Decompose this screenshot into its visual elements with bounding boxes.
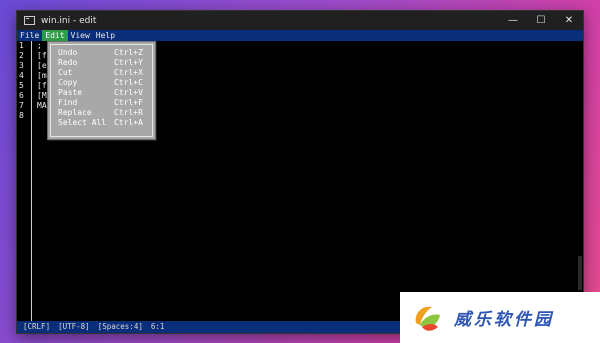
menu-item-find[interactable]: Find Ctrl+F — [58, 98, 149, 108]
terminal-app-icon — [24, 16, 35, 25]
leaf-logo-icon — [415, 306, 440, 331]
menu-item-paste[interactable]: Paste Ctrl+V — [58, 88, 149, 98]
maximize-button[interactable]: ☐ — [527, 11, 555, 30]
menu-item-label: Replace — [58, 108, 92, 117]
line-number: 5 — [19, 81, 24, 90]
menu-item-replace[interactable]: Replace Ctrl+R — [58, 108, 149, 118]
editor-window: win.ini - edit — ☐ ✕ File Edit View Help… — [16, 10, 584, 334]
status-line-ending[interactable]: [CRLF] — [23, 321, 50, 333]
menu-view[interactable]: View — [68, 30, 93, 41]
line-number: 2 — [19, 51, 24, 60]
edit-menu-dropdown: Undo Ctrl+Z Redo Ctrl+Y Cut Ctrl+X Copy … — [47, 41, 156, 140]
menu-item-label: Redo — [58, 58, 78, 67]
menu-item-shortcut: Ctrl+Y — [114, 58, 143, 67]
status-cursor-position: 6:1 — [150, 322, 165, 331]
vertical-scrollbar[interactable] — [577, 41, 583, 321]
menu-item-label: Paste — [58, 88, 83, 97]
menu-item-shortcut: Ctrl+F — [114, 98, 143, 107]
line-number: 6 — [19, 91, 24, 100]
menu-bar: File Edit View Help — [17, 30, 583, 41]
window-title: win.ini - edit — [41, 15, 97, 26]
menu-item-shortcut: Ctrl+V — [114, 88, 143, 97]
menu-item-shortcut: Ctrl+X — [114, 68, 143, 77]
line-number: 7 — [19, 101, 24, 110]
menu-item-shortcut: Ctrl+Z — [114, 48, 143, 57]
menu-item-copy[interactable]: Copy Ctrl+C — [58, 78, 149, 88]
menu-item-redo[interactable]: Redo Ctrl+Y — [58, 58, 149, 68]
line-number-gutter: 1 2 3 4 5 6 7 8 — [17, 41, 32, 321]
scrollbar-thumb[interactable] — [578, 256, 582, 290]
line-number: 8 — [19, 111, 24, 120]
title-bar[interactable]: win.ini - edit — ☐ ✕ — [17, 11, 583, 30]
menu-help[interactable]: Help — [93, 30, 118, 41]
menu-item-shortcut: Ctrl+R — [114, 108, 143, 117]
menu-item-label: Cut — [58, 68, 73, 77]
menu-item-label: Find — [58, 98, 78, 107]
menu-item-shortcut: Ctrl+A — [114, 118, 143, 127]
menu-item-shortcut: Ctrl+C — [114, 78, 143, 87]
line-number: 4 — [19, 71, 24, 80]
menu-file[interactable]: File — [17, 30, 42, 41]
menu-edit[interactable]: Edit — [42, 30, 68, 41]
watermark-text: 威乐软件园 — [454, 310, 554, 330]
menu-item-select-all[interactable]: Select All Ctrl+A — [58, 118, 149, 128]
status-encoding[interactable]: [UTF-8] — [58, 321, 90, 333]
menu-item-label: Select All — [58, 118, 107, 127]
menu-item-cut[interactable]: Cut Ctrl+X — [58, 68, 149, 78]
menu-item-label: Undo — [58, 48, 78, 57]
menu-item-undo[interactable]: Undo Ctrl+Z — [58, 48, 149, 58]
site-watermark: 威乐软件园 — [400, 292, 600, 343]
menu-item-label: Copy — [58, 78, 78, 87]
line-number: 3 — [19, 61, 24, 70]
close-button[interactable]: ✕ — [555, 11, 583, 30]
status-indentation[interactable]: [Spaces:4] — [98, 321, 143, 333]
line-number: 1 — [19, 41, 24, 50]
minimize-button[interactable]: — — [499, 11, 527, 30]
